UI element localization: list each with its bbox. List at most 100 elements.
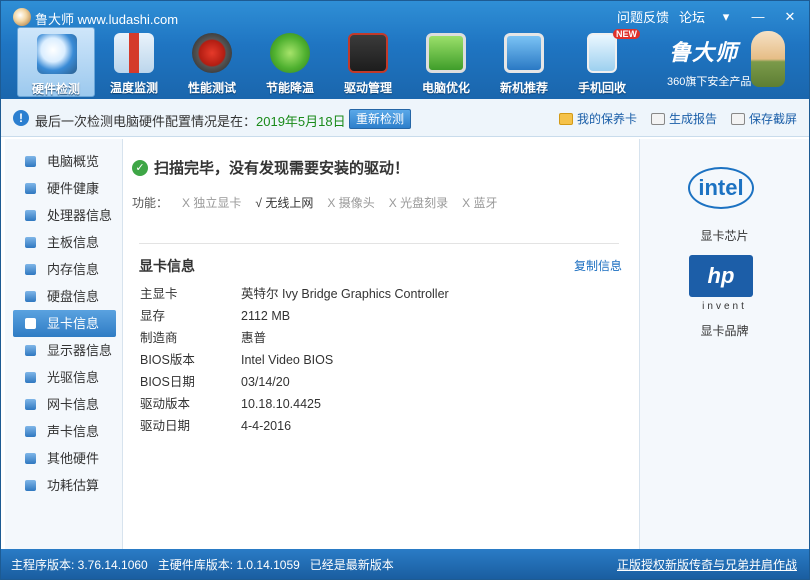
copy-info-link[interactable]: 复制信息: [574, 257, 622, 274]
detail-value: 2112 MB: [241, 309, 291, 323]
nav-phone-recycle[interactable]: NEW 手机回收: [563, 27, 641, 97]
detail-key: 显存: [140, 309, 166, 323]
detail-row: BIOS版本 Intel Video BIOS: [140, 349, 449, 371]
detail-key: 主显卡: [140, 287, 178, 301]
sidebar-item-other[interactable]: 其他硬件: [5, 445, 122, 472]
save-screenshot-label: 保存截屏: [748, 112, 797, 126]
intel-logo: intel: [688, 167, 754, 209]
detail-value: 10.18.10.4425: [241, 397, 321, 411]
divider: [139, 243, 619, 244]
sidebar-item-graphics[interactable]: 显卡信息: [13, 310, 116, 337]
detail-key: 制造商: [140, 331, 178, 345]
feature-item: √ 无线上网: [255, 194, 313, 211]
computer-award-icon: [504, 33, 544, 73]
feature-item: X 光盘刻录: [389, 194, 448, 211]
app-logo-icon: [13, 8, 31, 26]
close-button[interactable]: ✕: [779, 9, 801, 25]
recheck-button[interactable]: 重新检测: [349, 109, 411, 129]
sidebar-item-motherboard[interactable]: 主板信息: [5, 229, 122, 256]
sidebar-item-power[interactable]: 功耗估算: [5, 472, 122, 499]
thermometer-icon: [114, 33, 154, 73]
sidebar-item-cpu[interactable]: 处理器信息: [5, 202, 122, 229]
detail-key: BIOS日期: [140, 375, 195, 389]
sidebar-item-overview[interactable]: 电脑概览: [5, 148, 122, 175]
generate-report-link[interactable]: 生成报告: [650, 110, 717, 127]
detail-key: 驱动版本: [140, 397, 191, 411]
nav-pc-optimize[interactable]: 电脑优化: [407, 27, 485, 97]
save-screenshot-link[interactable]: 保存截屏: [730, 110, 797, 127]
nav-energy-saving[interactable]: 节能降温: [251, 27, 329, 97]
forum-link[interactable]: 论坛: [679, 7, 705, 26]
detail-value: 惠普: [241, 331, 267, 345]
promo-link[interactable]: 正版授权新版传奇与兄弟并肩作战: [617, 556, 797, 573]
sidebar-item-health[interactable]: 硬件健康: [5, 175, 122, 202]
brand-subtitle: 360旗下安全产品: [667, 76, 752, 88]
brand-label: 显卡品牌: [700, 324, 749, 338]
feature-item: X 独立显卡: [182, 194, 241, 211]
nav-label: 新机推荐: [499, 81, 548, 95]
detail-value: 4-4-2016: [241, 419, 292, 433]
sidebar-item-memory[interactable]: 内存信息: [5, 256, 122, 283]
info-bar: ! 最后一次检测电脑硬件配置情况是在：2019年5月18日 重新检测 我的保养卡…: [1, 99, 809, 137]
generate-report-label: 生成报告: [668, 112, 717, 126]
sidebar-item-label: 声卡信息: [47, 424, 100, 439]
sidebar-item-label: 其他硬件: [47, 451, 100, 466]
sound-card-icon: [25, 426, 36, 437]
feature-item: X 蓝牙: [462, 194, 497, 211]
nav-label: 手机回收: [577, 81, 626, 95]
detail-value: 英特尔 Ivy Bridge Graphics Controller: [241, 287, 449, 301]
details-table: 主显卡 英特尔 Ivy Bridge Graphics Controller 显存…: [140, 283, 449, 437]
camera-icon: [730, 112, 745, 125]
sidebar-item-label: 网卡信息: [47, 397, 100, 412]
motherboard-icon: [25, 237, 36, 248]
sidebar-item-disk[interactable]: 硬盘信息: [5, 283, 122, 310]
feature-label: 光盘刻录: [400, 196, 449, 210]
minimize-button[interactable]: —: [747, 9, 769, 24]
detail-key: 驱动日期: [140, 419, 191, 433]
sidebar-item-label: 硬盘信息: [47, 289, 100, 304]
nav-performance[interactable]: 性能测试: [173, 27, 251, 97]
hp-logo: hp: [689, 255, 753, 297]
chip-label: 显卡芯片: [700, 229, 749, 243]
detail-row: 驱动日期 4-4-2016: [140, 415, 449, 437]
feature-label: 无线上网: [265, 196, 314, 210]
detail-row: 显存 2112 MB: [140, 305, 449, 327]
phone-recycle-icon: [587, 33, 617, 73]
title-links: 问题反馈 论坛 ▾ — ✕: [617, 7, 801, 26]
sidebar-item-optical[interactable]: 光驱信息: [5, 364, 122, 391]
nav-hardware-detect[interactable]: 硬件检测: [17, 27, 95, 97]
sidebar-item-label: 光驱信息: [47, 370, 100, 385]
detail-value: 03/14/20: [241, 375, 290, 389]
feature-mark: X: [388, 196, 397, 210]
hp-invent-text: invent: [702, 301, 747, 312]
detail-key: BIOS版本: [140, 353, 195, 367]
my-care-card-link[interactable]: 我的保养卡: [558, 110, 637, 127]
menu-dropdown-icon[interactable]: ▾: [715, 9, 737, 25]
sidebar-item-monitor[interactable]: 显示器信息: [5, 337, 122, 364]
main-nav: 硬件检测 温度监测 性能测试 节能降温 驱动管理 电脑优化 新机推荐 NEW 手…: [17, 27, 641, 97]
nav-new-pc[interactable]: 新机推荐: [485, 27, 563, 97]
printer-icon: [650, 112, 665, 125]
main-content: ✓ 扫描完毕，没有发现需要安装的驱动！ 功能： X 独立显卡 √ 无线上网 X …: [125, 139, 637, 549]
nav-driver-manage[interactable]: 驱动管理: [329, 27, 407, 97]
feature-label: 摄像头: [338, 196, 375, 210]
info-actions: 我的保养卡 生成报告 保存截屏: [558, 110, 797, 127]
feature-list: 功能： X 独立显卡 √ 无线上网 X 摄像头 X 光盘刻录 X 蓝牙: [132, 194, 497, 211]
last-check-message: 最后一次检测电脑硬件配置情况是在：2019年5月18日: [35, 111, 346, 130]
nav-label: 性能测试: [187, 81, 236, 95]
feature-item: X 摄像头: [327, 194, 374, 211]
disk-icon: [25, 291, 36, 302]
sidebar-item-sound[interactable]: 声卡信息: [5, 418, 122, 445]
sidebar-item-label: 显卡信息: [47, 316, 100, 331]
cpu-icon: [25, 210, 36, 221]
right-panel: intel 显卡芯片 hp invent 显卡品牌: [639, 139, 809, 549]
nav-label: 硬件检测: [31, 82, 80, 96]
feature-label: 蓝牙: [473, 196, 498, 210]
speedometer-icon: [192, 33, 232, 73]
sidebar-item-network[interactable]: 网卡信息: [5, 391, 122, 418]
feedback-link[interactable]: 问题反馈: [617, 7, 669, 26]
scan-result-text: 扫描完毕，没有发现需要安装的驱动！: [154, 160, 410, 177]
detail-row: 制造商 惠普: [140, 327, 449, 349]
nav-temperature[interactable]: 温度监测: [95, 27, 173, 97]
monitor-icon: [426, 33, 466, 73]
